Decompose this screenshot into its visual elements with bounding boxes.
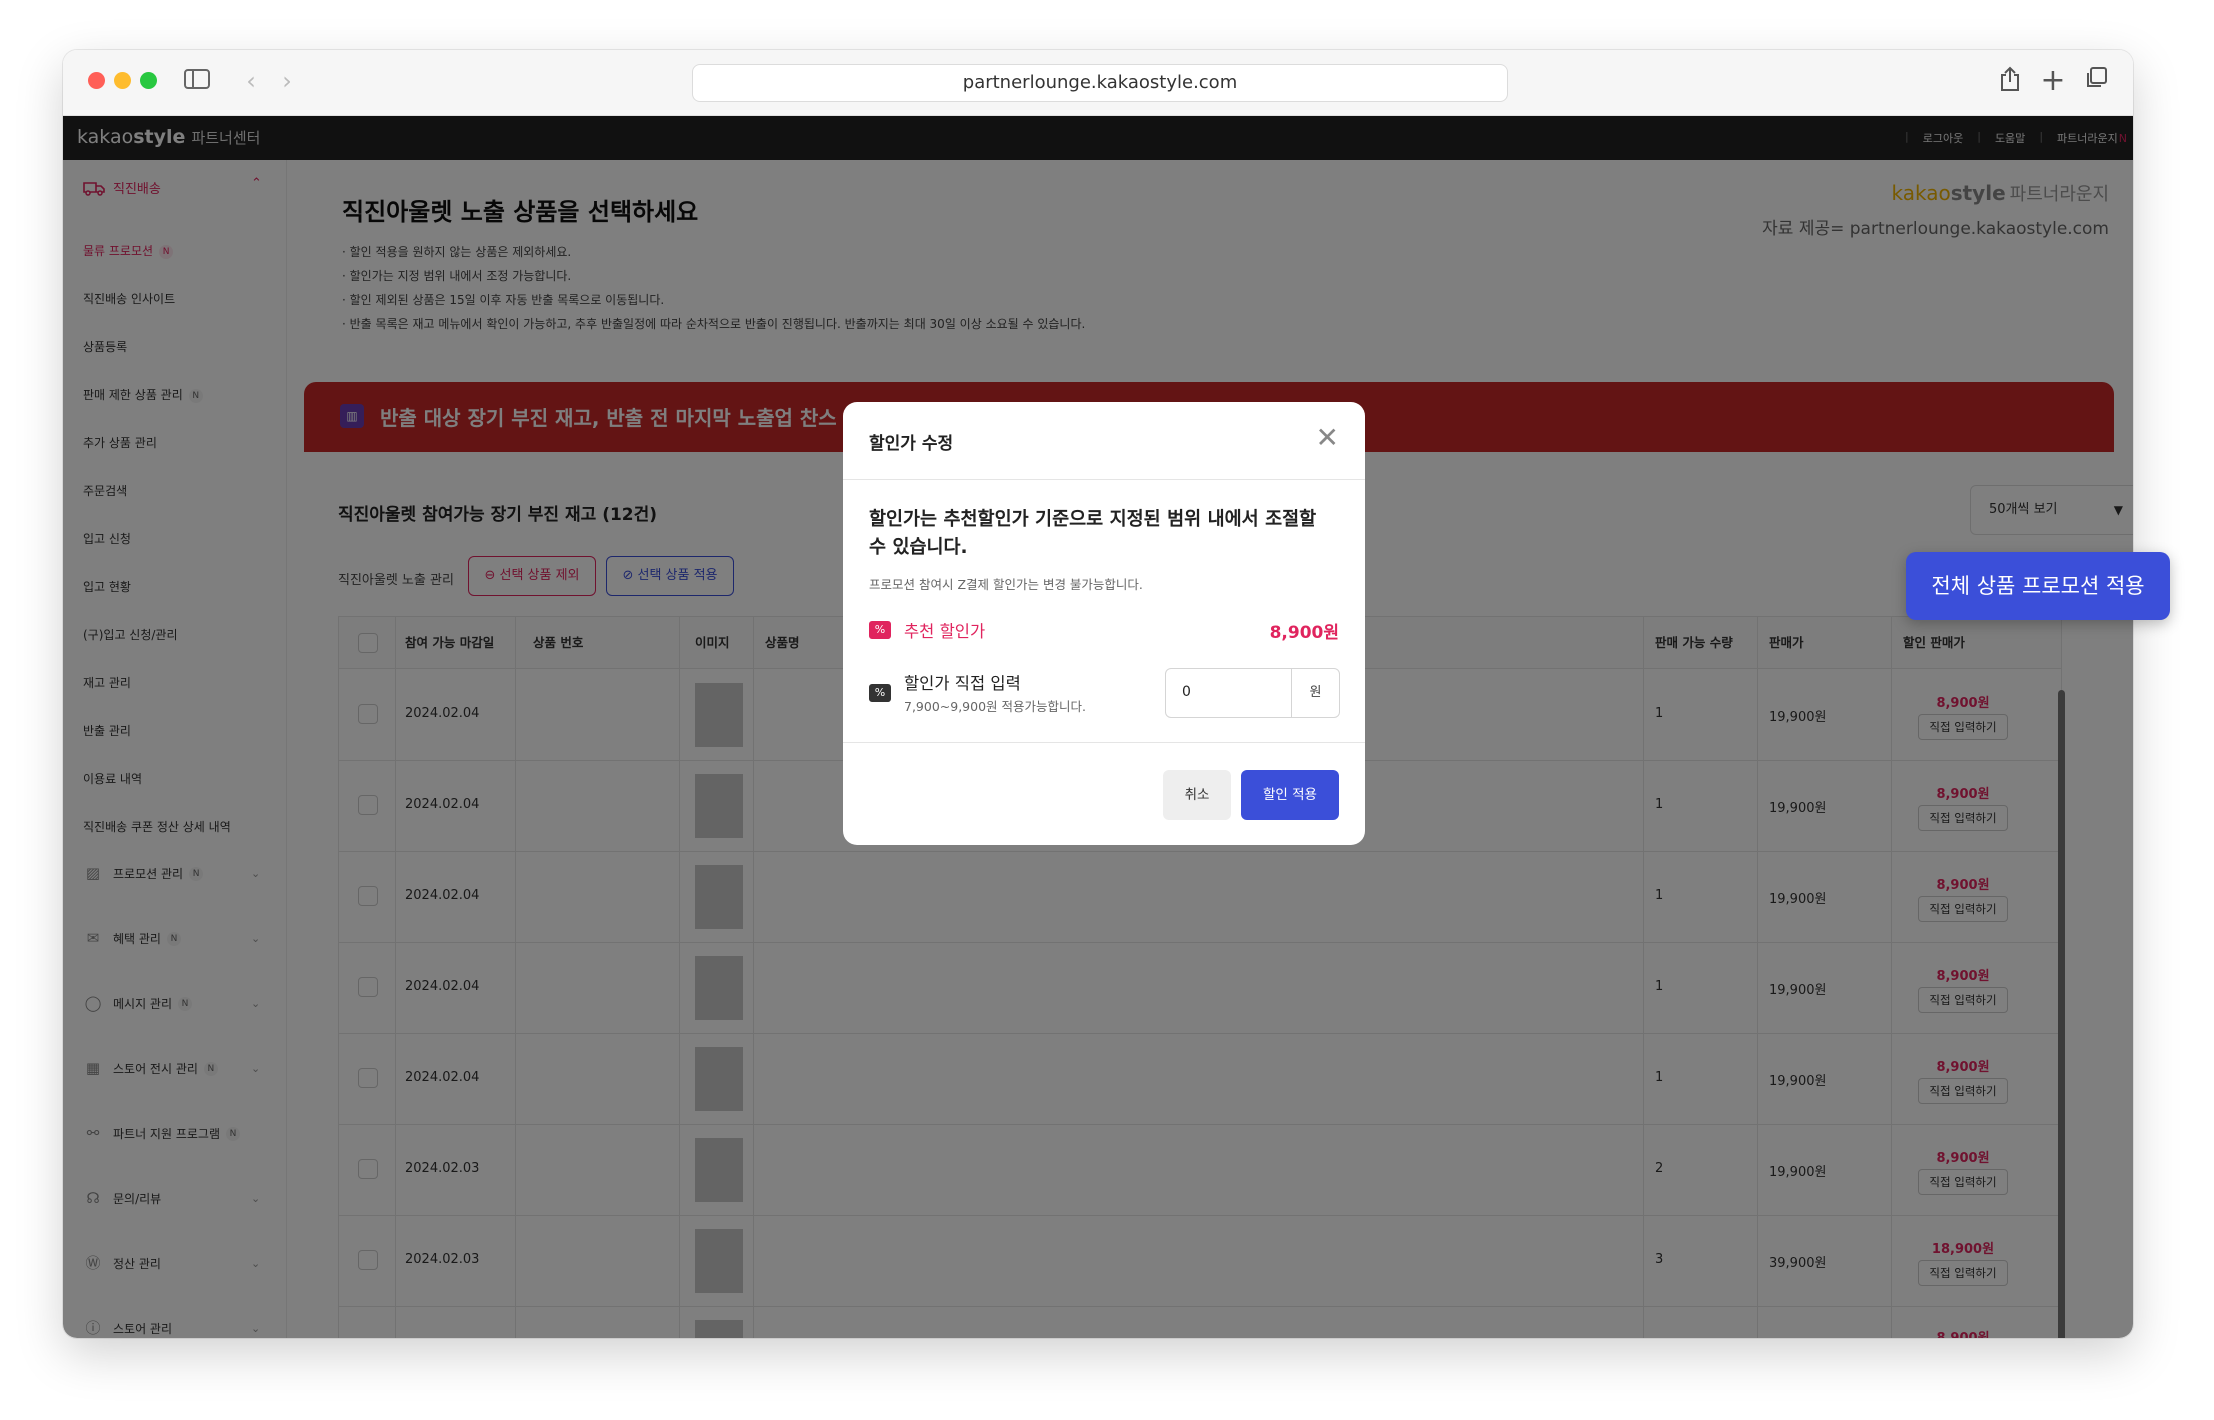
recommended-discount: % 추천 할인가 8,900원 xyxy=(869,618,1339,644)
discount-range-hint: 7,900~9,900원 적용가능합니다. xyxy=(904,699,1086,714)
sidebar-toggle-icon[interactable] xyxy=(182,66,212,96)
discount-edit-modal: 할인가 수정 ✕ 할인가는 추천할인가 기준으로 지정된 범위 내에서 조절할 … xyxy=(843,402,1365,845)
browser-titlebar: ‹ › partnerlounge.kakaostyle.com + xyxy=(63,50,2133,116)
modal-note: 프로모션 참여시 Z결제 할인가는 변경 불가능합니다. xyxy=(869,577,1143,592)
discount-price-input[interactable]: 0 원 xyxy=(1165,668,1340,718)
recommended-discount-value: 8,900원 xyxy=(1269,623,1339,643)
apply-discount-button[interactable]: 할인 적용 xyxy=(1241,770,1339,820)
share-icon[interactable] xyxy=(1995,66,2025,96)
minimize-window-button[interactable] xyxy=(114,72,131,89)
forward-icon[interactable]: › xyxy=(272,66,302,96)
tab-overview-icon[interactable] xyxy=(2081,66,2111,96)
url-bar[interactable]: partnerlounge.kakaostyle.com xyxy=(692,64,1508,102)
cancel-button[interactable]: 취소 xyxy=(1163,770,1231,820)
discount-tag-icon: % xyxy=(869,621,891,639)
new-tab-icon[interactable]: + xyxy=(2038,66,2068,96)
back-icon[interactable]: ‹ xyxy=(236,66,266,96)
modal-title: 할인가 수정 xyxy=(869,434,954,454)
discount-tag-icon: % xyxy=(869,684,891,702)
zoom-window-button[interactable] xyxy=(140,72,157,89)
close-window-button[interactable] xyxy=(88,72,105,89)
modal-header: 할인가 수정 ✕ xyxy=(843,402,1365,480)
apply-all-promotion-button[interactable]: 전체 상품 프로모션 적용 xyxy=(1906,552,2170,620)
modal-description: 할인가는 추천할인가 기준으로 지정된 범위 내에서 조절할 수 있습니다. xyxy=(869,509,1317,558)
currency-unit: 원 xyxy=(1291,669,1339,717)
close-icon[interactable]: ✕ xyxy=(1316,424,1339,452)
